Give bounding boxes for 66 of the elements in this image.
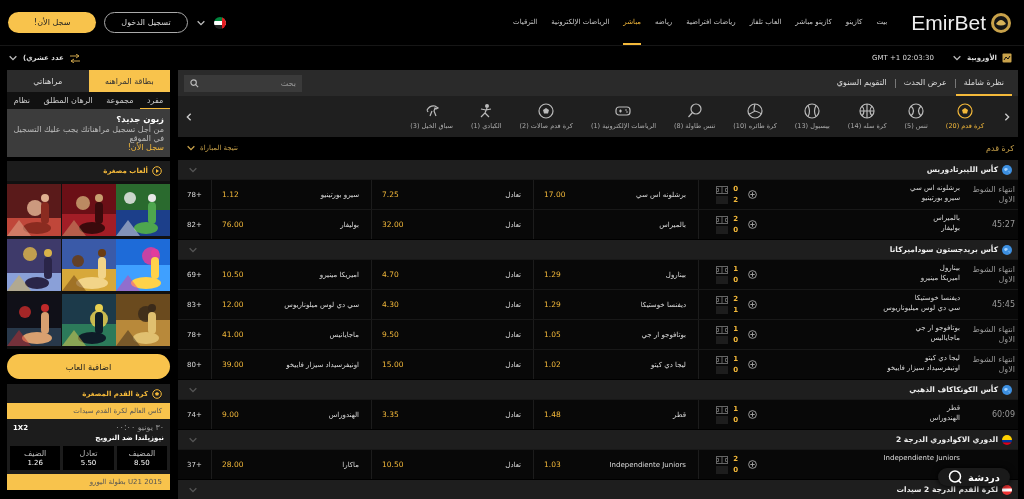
signup-button[interactable]: سجل الأن!	[8, 12, 97, 33]
view-tab[interactable]: التقويم السنوي	[828, 70, 896, 96]
pitch-icon	[716, 405, 729, 424]
expand-icon	[747, 410, 757, 419]
pitch-icon	[716, 455, 729, 474]
pitch-icon	[716, 295, 729, 314]
betslip-tab[interactable]: مراهناتي	[7, 70, 89, 92]
pitch-icon	[716, 325, 729, 344]
match-status: انتهاء الشوط الاول	[971, 354, 1016, 375]
ball-icon	[804, 103, 821, 119]
match-status: 45:45	[990, 299, 1016, 310]
chat-icon	[948, 470, 963, 484]
match-status: انتهاء الشوط الاول	[971, 264, 1016, 285]
ball-icon	[908, 103, 925, 119]
flag-icon	[1002, 484, 1012, 495]
expand-icon	[747, 460, 757, 469]
pitch-icon	[716, 185, 729, 204]
search-field[interactable]: بحث	[184, 74, 302, 92]
expand-icon	[747, 220, 757, 229]
globe-icon	[1002, 244, 1012, 255]
pitch-icon	[716, 355, 729, 374]
more-games-button[interactable]: اضافية العاب	[7, 354, 170, 379]
match-status: 45:27	[990, 219, 1016, 230]
ball-icon	[859, 103, 876, 119]
signup-link[interactable]: سجل الأن!	[127, 143, 164, 152]
match-status: انتهاء الشوط الاول	[971, 184, 1016, 205]
paddle-icon	[686, 103, 703, 119]
pitch-icon	[716, 215, 729, 234]
bet-type-tab[interactable]: الرهان المطلق	[36, 92, 100, 109]
chat-button[interactable]: دردشة	[938, 468, 1010, 486]
search-icon	[190, 78, 199, 88]
arrows-icon	[68, 53, 81, 63]
globe-icon	[1002, 164, 1012, 175]
chevron-icon	[8, 53, 18, 63]
promo-text: من أجل تسجيل مراهناتك يجب عليك التسجيل في الموقع	[13, 125, 164, 143]
flag-icon	[1002, 434, 1012, 445]
bet-type-tab[interactable]: نظام	[7, 92, 37, 109]
globe-icon	[1002, 384, 1012, 395]
section-title: كرة قدم	[986, 143, 1014, 153]
expand-icon	[747, 190, 757, 199]
match-status: انتهاء الشوط الاول	[971, 324, 1016, 345]
ball-icon	[152, 388, 162, 399]
flag-icon[interactable]	[213, 16, 226, 29]
chevron-icon	[951, 53, 962, 63]
gamepad-icon	[615, 103, 632, 119]
expand-icon	[747, 330, 757, 339]
logo-text[interactable]: EmirBet	[911, 10, 986, 35]
expand-icon	[747, 300, 757, 309]
chevron-icon	[184, 111, 194, 122]
match-date: ٣٠ يونيو ٠٠:٠٠	[115, 423, 164, 432]
expand-icon	[747, 360, 757, 369]
bet-type-tab[interactable]: مجموعة	[99, 92, 141, 109]
chevron-icon	[186, 143, 196, 153]
play-icon	[152, 166, 162, 176]
ball-icon	[956, 103, 973, 119]
ball-icon	[538, 103, 555, 119]
betslip-tab[interactable]: بطاقة المراهنه	[88, 70, 170, 92]
expand-icon	[747, 270, 757, 279]
logo-icon	[990, 11, 1012, 34]
chevron-icon	[1002, 111, 1012, 122]
promo-title: زبون جديد؟	[115, 114, 164, 124]
odds-format-icon	[1002, 53, 1012, 63]
pitch-icon	[716, 265, 729, 284]
match-status: 60:09	[990, 409, 1016, 420]
ball-icon	[747, 103, 763, 119]
view-tab[interactable]: عرض الحدث	[895, 70, 956, 96]
